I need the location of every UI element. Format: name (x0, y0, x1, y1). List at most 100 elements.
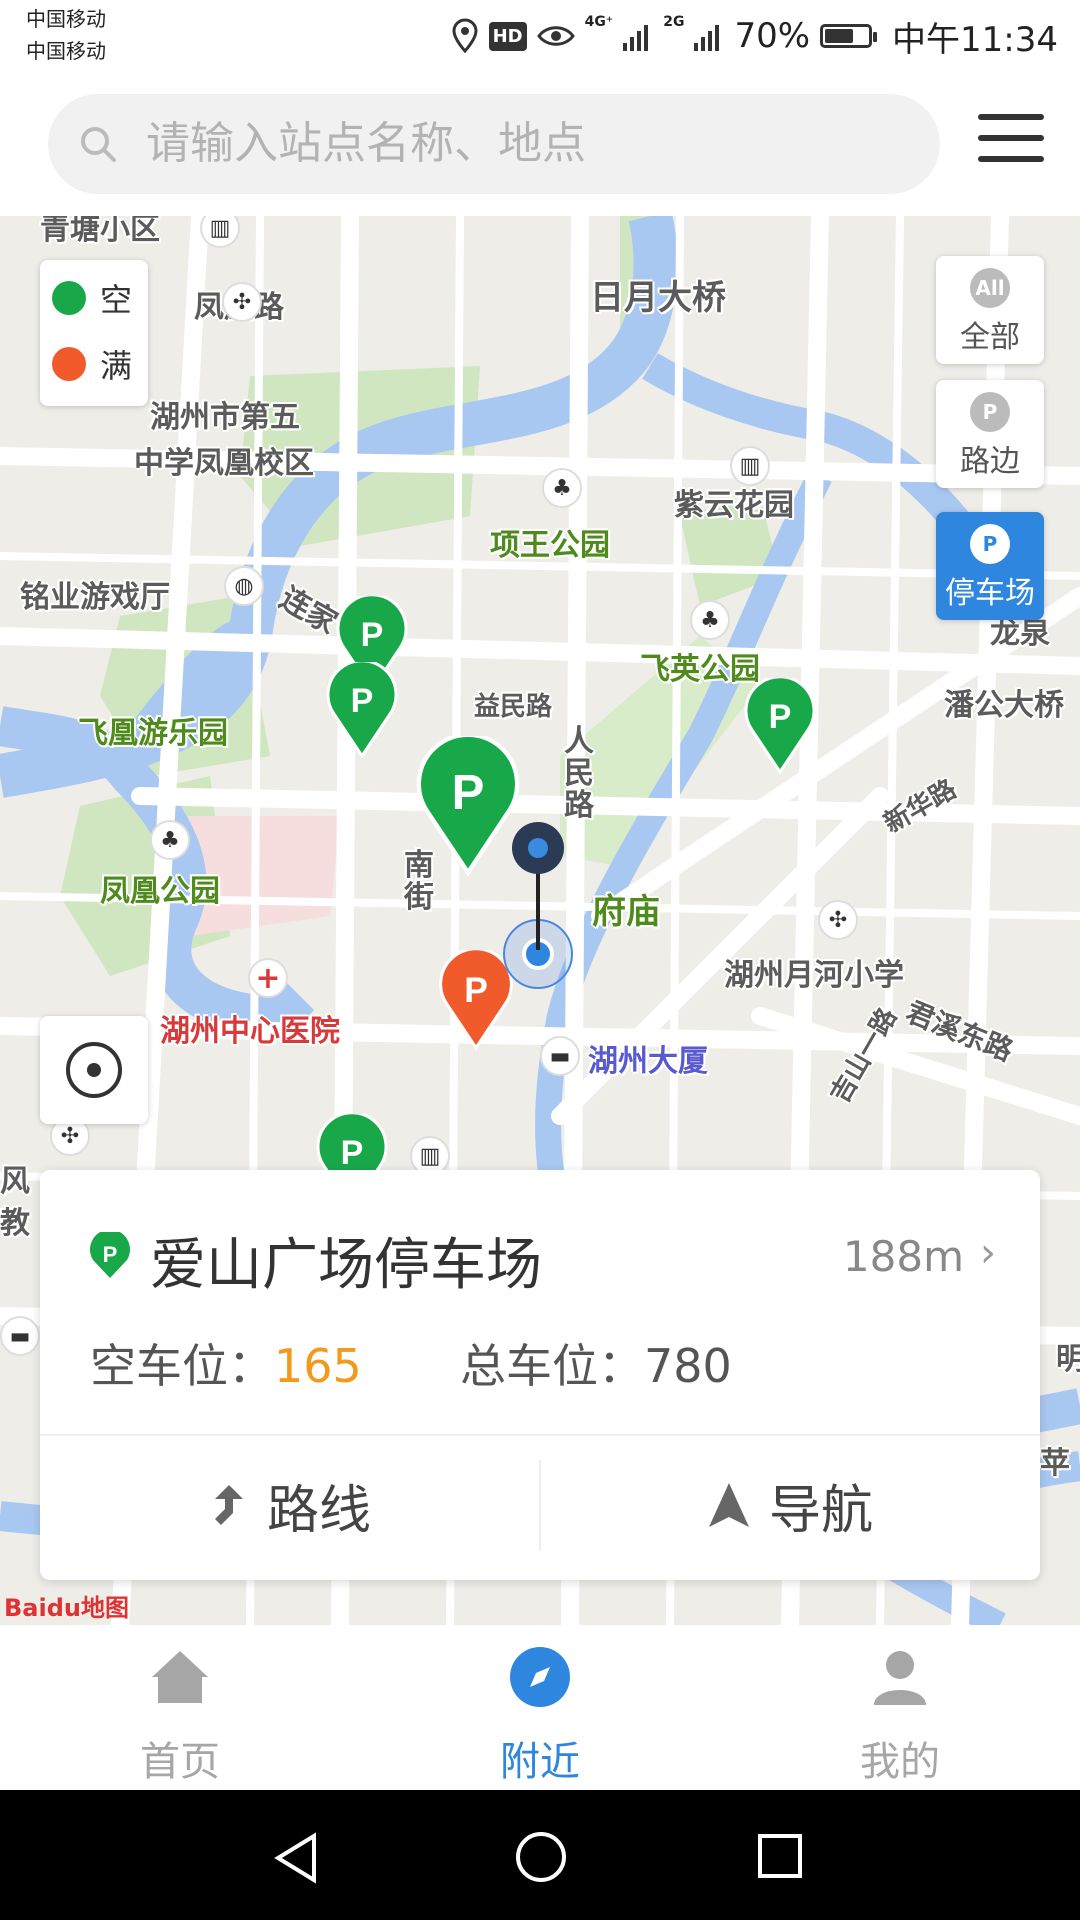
recents-icon[interactable] (756, 1832, 804, 1880)
total-spaces-value: 780 (644, 1339, 732, 1393)
map-label: 明 (1056, 1342, 1080, 1377)
availability-legend: 空 满 (40, 260, 148, 406)
menu-icon-bar (978, 114, 1044, 120)
map-label: 湖州市第五 (150, 400, 300, 435)
battery-icon (820, 24, 878, 48)
tab-mine[interactable]: 我的 (800, 1645, 1000, 1787)
legend-dot-free (52, 281, 86, 315)
legend-full: 满 (52, 344, 133, 385)
filter-parking-lot-label: 停车场 (945, 576, 1035, 611)
parking-lot-name: 爱山广场停车场 (150, 1233, 542, 1298)
map-label: 项王公园 (490, 528, 610, 563)
filter-all-button[interactable]: All 全部 (936, 256, 1044, 364)
parking-pin-free[interactable]: P (326, 662, 398, 758)
map-label: 凤凰公园 (100, 874, 220, 909)
system-nav-bar (0, 1790, 1080, 1920)
park-icon: ♣ (542, 468, 582, 508)
tab-nearby-label: 附近 (500, 1739, 580, 1785)
legend-label-full: 满 (100, 347, 133, 385)
user-icon (874, 1651, 926, 1705)
network-type-1: 4G⁺ (584, 14, 614, 30)
map-label: 苹 (1040, 1446, 1070, 1481)
chevron-right-icon[interactable]: › (980, 1230, 996, 1276)
menu-button[interactable] (978, 114, 1044, 170)
parking-info-card[interactable]: P 爱山广场停车场 188m › 空车位：165 总车位：780 路线 导航 (40, 1170, 1040, 1580)
back-icon[interactable] (272, 1832, 322, 1884)
signal-icon-1 (623, 25, 649, 51)
hospital-icon: + (248, 958, 288, 998)
route-button[interactable]: 路线 (40, 1460, 540, 1550)
tab-home[interactable]: 首页 (80, 1645, 280, 1787)
map-label: 青塘小区 (40, 216, 160, 247)
carrier-2: 中国移动 (26, 39, 106, 63)
search-bar: 请输入站点名称、地点 (0, 84, 1080, 216)
svg-text:P: P (361, 616, 384, 654)
free-spaces: 空车位：165 (90, 1330, 362, 1396)
locate-me-button[interactable] (40, 1016, 148, 1124)
filter-parking-lot-button[interactable]: P 停车场 (936, 512, 1044, 620)
menu-icon-bar (978, 135, 1044, 141)
tab-home-label: 首页 (140, 1739, 220, 1785)
filter-all-label: 全部 (960, 320, 1020, 355)
search-input[interactable]: 请输入站点名称、地点 (48, 94, 940, 194)
legend-free: 空 (52, 278, 132, 319)
map-label: 飞凰游乐园 (78, 716, 228, 751)
navigate-label: 导航 (768, 1480, 873, 1541)
route-icon (214, 1485, 243, 1525)
battery-percent: 70% (734, 16, 811, 56)
menu-icon-bar (978, 156, 1044, 162)
carrier-1: 中国移动 (26, 7, 106, 31)
map-label: 潘公大桥 (944, 688, 1064, 723)
park-icon: ♣ (150, 820, 190, 860)
hotel-icon: ▬ (0, 1316, 40, 1356)
my-location-marker (503, 822, 573, 989)
map-label: 铭业游戏厅 (20, 580, 170, 615)
navigate-button[interactable]: 导航 (540, 1460, 1040, 1550)
legend-dot-full (52, 347, 86, 381)
total-spaces: 总车位：780 (460, 1330, 732, 1396)
filter-roadside-button[interactable]: P 路边 (936, 380, 1044, 488)
search-placeholder: 请输入站点名称、地点 (146, 118, 586, 169)
map-watermark: Baidu地图 (4, 1594, 129, 1622)
home-circle-icon[interactable] (514, 1830, 568, 1884)
map-label: 湖州月河小学 (724, 958, 904, 993)
home-icon (152, 1651, 208, 1703)
filter-roadside-label: 路边 (960, 444, 1020, 479)
svg-text:P: P (103, 1242, 118, 1267)
tree-poi-icon: ✣ (818, 900, 858, 940)
building-icon: ▥ (730, 446, 770, 486)
svg-text:P: P (452, 766, 485, 820)
map-label: 日月大桥 (590, 278, 726, 318)
network-type-2: 2G (663, 14, 685, 30)
svg-text:P: P (464, 970, 488, 1010)
location-icon (452, 18, 478, 54)
parking-pin-icon: P (90, 1232, 130, 1278)
status-bar: 中国移动 中国移动 HD 4G⁺ 2G 70% 中午11:34 (0, 0, 1080, 84)
free-spaces-value: 165 (274, 1339, 362, 1393)
map-label: 湖州大厦 (588, 1044, 708, 1079)
map-label: 人民路 (564, 724, 594, 823)
hotel-icon: ▬ (540, 1036, 580, 1076)
map-label: 紫云花园 (674, 488, 794, 523)
map-label: 府庙 (592, 892, 660, 932)
total-spaces-label: 总车位： (460, 1339, 644, 1393)
map-label: 益民路 (474, 692, 553, 722)
crosshair-icon (66, 1042, 122, 1098)
map-label: 风 (0, 1164, 30, 1199)
parking-pin-free[interactable]: P (744, 678, 816, 774)
map-label: 教 (0, 1206, 30, 1241)
route-label: 路线 (266, 1480, 371, 1541)
map-label: 中学凤凰校区 (134, 446, 314, 481)
eye-icon (536, 26, 575, 46)
map-label: 湖州中心医院 (160, 1014, 340, 1049)
distance: 188m (842, 1232, 964, 1281)
navigation-arrow-icon (708, 1483, 749, 1527)
hd-icon: HD (488, 21, 527, 51)
park-icon: ♣ (690, 600, 730, 640)
tab-nearby[interactable]: 附近 (440, 1645, 640, 1787)
divider (40, 1434, 1040, 1436)
search-icon (81, 127, 116, 162)
battery-fill (825, 29, 854, 43)
signal-icon-2 (694, 25, 720, 51)
compass-icon (510, 1647, 570, 1707)
